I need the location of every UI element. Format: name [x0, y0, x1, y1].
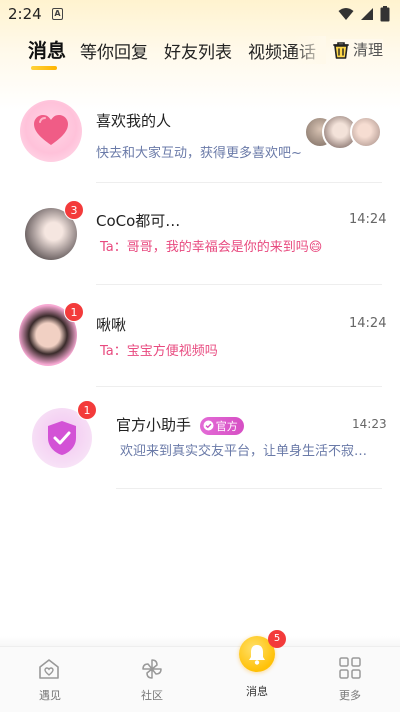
status-bar: 2:24 A: [0, 0, 400, 28]
likes-title: 喜欢我的人: [96, 112, 172, 130]
unread-badge: 3: [64, 200, 84, 220]
status-icons: [338, 6, 390, 22]
official-tag-label: 官方: [215, 419, 238, 433]
trash-basket-icon: [333, 41, 349, 59]
conversation-row-official[interactable]: 1 官方小助手 官方 14:23 欢迎来到真实交友平台，让单身生活不寂…: [0, 400, 400, 492]
nav-label: 遇见: [39, 689, 61, 702]
message-time: 14:24: [349, 212, 387, 227]
message-time: 14:24: [349, 316, 387, 331]
message-time: 14:23: [352, 417, 387, 431]
conversation-row[interactable]: 3 CoCo都可… 14:24 Ta：哥哥，我的幸福会是你的来到吗😄: [0, 196, 400, 288]
nav-item-community[interactable]: 社区: [102, 647, 202, 707]
notification-icon: A: [52, 8, 63, 20]
row-divider: [96, 386, 382, 387]
unread-badge: 1: [64, 302, 84, 322]
battery-icon: [380, 6, 390, 22]
wifi-icon: [338, 8, 354, 20]
verified-icon: [203, 420, 214, 431]
active-tab-indicator: [31, 66, 57, 70]
pinwheel-icon: [142, 659, 162, 679]
nav-label: 更多: [339, 689, 361, 702]
clear-label: 清理: [353, 41, 384, 59]
nav-item-meet[interactable]: 遇见: [0, 647, 100, 707]
liker-avatars: [304, 114, 384, 150]
tab-bar: 消息 等你回复 好友列表 视频通话 清理: [0, 36, 400, 76]
row-divider: [96, 284, 382, 285]
likes-row[interactable]: 喜欢我的人 快去和大家互动，获得更多喜欢吧~: [0, 96, 400, 186]
status-time: 2:24: [8, 5, 42, 23]
conversation-row[interactable]: 1 啾啾 14:24 Ta：宝宝方便视频吗: [0, 300, 400, 390]
message-preview: Ta：哥哥，我的幸福会是你的来到吗😄: [100, 240, 323, 255]
bottom-nav: 遇见 社区 消息 更多: [0, 646, 400, 712]
home-heart-icon: [39, 659, 59, 679]
tab-waiting-reply[interactable]: 等你回复: [80, 38, 148, 63]
contact-name-official: 官方小助手 官方: [116, 414, 244, 435]
tab-fade: [292, 36, 326, 64]
nav-label: 消息: [246, 685, 268, 698]
row-divider: [116, 488, 382, 489]
likes-subtitle: 快去和大家互动，获得更多喜欢吧~: [96, 146, 302, 161]
grid-icon: [339, 657, 361, 679]
likes-avatar: [20, 100, 82, 162]
message-preview: 欢迎来到真实交友平台，让单身生活不寂…: [120, 444, 368, 459]
nav-item-more[interactable]: 更多: [300, 647, 400, 707]
contact-name: 官方小助手: [116, 416, 192, 434]
tab-messages[interactable]: 消息: [28, 36, 66, 63]
nav-label: 社区: [141, 689, 163, 702]
contact-name: 啾啾: [96, 316, 127, 334]
official-tag: 官方: [199, 416, 244, 435]
unread-badge: 1: [77, 400, 97, 420]
tab-friends-list[interactable]: 好友列表: [164, 38, 232, 63]
row-divider: [96, 182, 382, 183]
liker-avatar: [350, 116, 382, 148]
signal-icon: [361, 8, 373, 20]
message-preview: Ta：宝宝方便视频吗: [100, 344, 218, 359]
heart-icon: [34, 115, 68, 145]
contact-name: CoCo都可…: [96, 212, 181, 230]
clear-button[interactable]: 清理: [330, 39, 384, 60]
nav-unread-badge: 5: [268, 630, 286, 648]
